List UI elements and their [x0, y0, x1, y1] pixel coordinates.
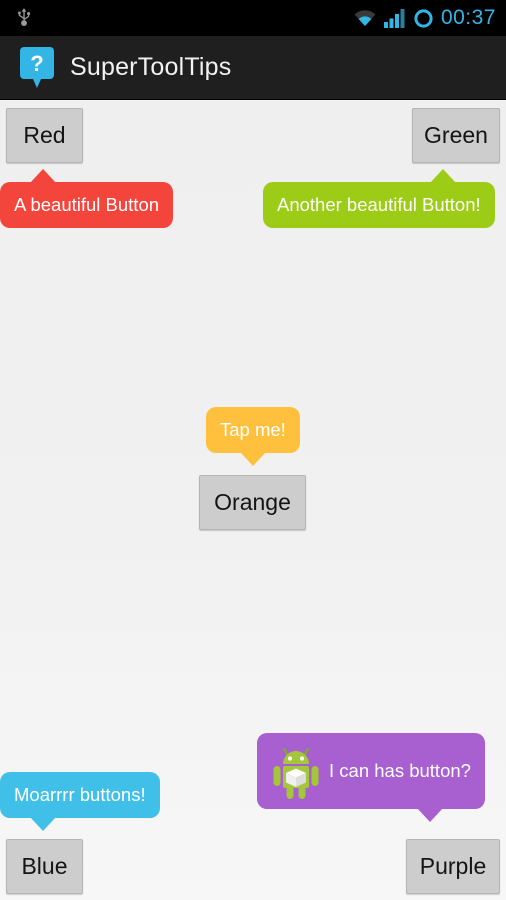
blue-button[interactable]: Blue [6, 839, 83, 894]
purple-button-label: Purple [419, 853, 487, 879]
purple-tooltip-label: I can has button? [329, 760, 471, 781]
orange-tooltip-label: Tap me! [220, 419, 286, 440]
red-button-label: Red [23, 122, 66, 148]
wifi-icon [354, 10, 376, 26]
status-bar: 00:37 [0, 0, 506, 36]
svg-text:?: ? [30, 51, 43, 76]
action-bar: ? SuperToolTips [0, 36, 506, 100]
circle-sync-icon [414, 8, 433, 28]
page-title: SuperToolTips [70, 53, 232, 81]
blue-tooltip[interactable]: Moarrrr buttons! [0, 772, 160, 831]
blue-tooltip-label: Moarrrr buttons! [14, 784, 146, 805]
green-tooltip-arrow [429, 169, 456, 183]
orange-tooltip[interactable]: Tap me! [206, 407, 300, 466]
purple-tooltip[interactable]: I can has button? [257, 733, 485, 822]
android-robot-icon [273, 747, 319, 799]
green-tooltip[interactable]: Another beautiful Button! [263, 169, 495, 228]
question-speech-bubble-icon: ? [20, 46, 54, 88]
usb-icon [18, 8, 31, 26]
status-bar-icons: 00:37 [353, 6, 496, 30]
content-area: Red A beautiful Button Green Another bea… [0, 101, 506, 900]
red-tooltip-arrow [30, 169, 56, 183]
green-tooltip-label: Another beautiful Button! [277, 194, 481, 215]
purple-button[interactable]: Purple [406, 839, 500, 894]
red-tooltip[interactable]: A beautiful Button [0, 169, 174, 228]
orange-button[interactable]: Orange [199, 475, 306, 530]
blue-button-label: Blue [21, 853, 68, 879]
red-button[interactable]: Red [6, 108, 83, 163]
orange-button-label: Orange [214, 489, 291, 515]
green-button[interactable]: Green [412, 108, 500, 163]
orange-tooltip-arrow [240, 452, 266, 466]
purple-tooltip-arrow [416, 808, 443, 822]
cellular-signal-icon [383, 9, 405, 28]
green-button-label: Green [424, 122, 488, 148]
status-bar-clock: 00:37 [440, 6, 496, 29]
red-tooltip-label: A beautiful Button [14, 194, 160, 215]
blue-tooltip-arrow [30, 817, 56, 831]
